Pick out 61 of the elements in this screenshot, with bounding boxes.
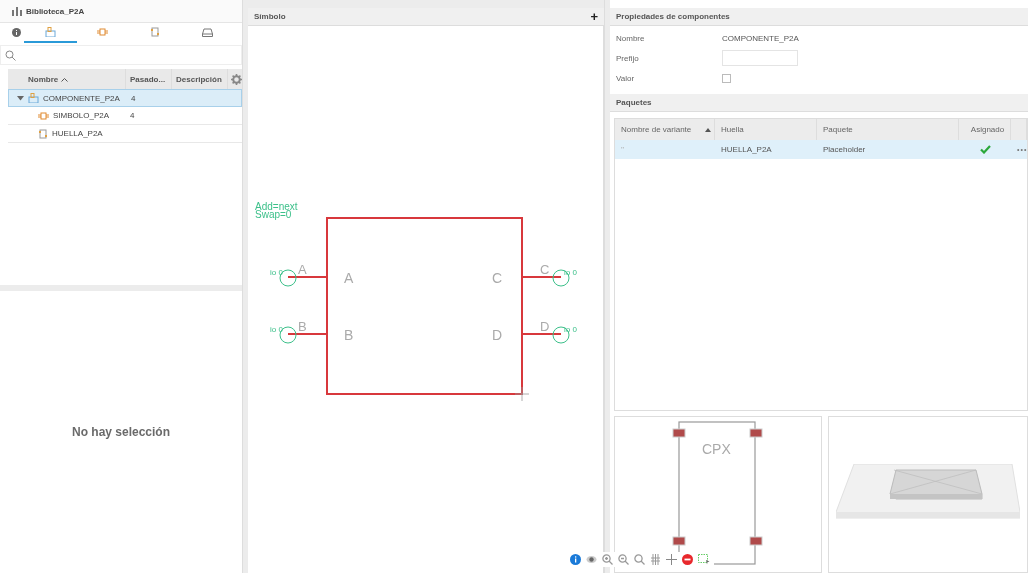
pin-name: A	[298, 262, 307, 277]
pin-direction: io 0	[270, 268, 283, 277]
eye-icon[interactable]	[586, 554, 597, 565]
tree-label: HUELLA_P2A	[52, 129, 103, 138]
library-icon	[12, 6, 22, 16]
field-value: COMPONENTE_P2A	[722, 33, 799, 43]
tree-row[interactable]: HUELLA_P2A	[8, 125, 242, 143]
table-cell: HUELLA_P2A	[721, 145, 772, 154]
field-label: Prefijo	[616, 53, 640, 63]
count-text: 4	[130, 111, 135, 120]
component-icon	[28, 93, 39, 103]
zoom-fit-icon[interactable]	[634, 554, 645, 565]
origin-mark	[514, 386, 530, 402]
prefix-field[interactable]	[722, 50, 798, 66]
checkbox[interactable]	[722, 73, 731, 83]
search-icon	[5, 49, 16, 61]
pin-label: D	[492, 327, 503, 343]
pin-direction: io 0	[270, 325, 283, 334]
crosshair-icon[interactable]	[666, 554, 677, 565]
tree-row[interactable]: SIMBOLO_P2A 4	[8, 107, 242, 125]
pin-label: B	[344, 327, 354, 343]
sort-up-icon	[705, 127, 711, 132]
zoom-in-icon[interactable]	[602, 554, 613, 565]
empty-message: No hay selección	[71, 425, 170, 439]
tree-row[interactable]: COMPONENTE_P2A 4	[8, 89, 242, 107]
zoom-out-icon[interactable]	[618, 554, 629, 565]
package-icon	[202, 27, 214, 37]
panel-title: Propiedades de componentes	[616, 12, 730, 21]
stop-icon[interactable]	[682, 554, 693, 565]
select-area-icon[interactable]	[698, 554, 710, 565]
tree-label: COMPONENTE_P2A	[43, 93, 120, 103]
panel-title: Biblioteca_P2A	[26, 6, 85, 16]
add-button[interactable]: +	[590, 10, 598, 23]
attribute-text: Add=next	[255, 201, 298, 212]
symbol-icon	[38, 110, 49, 121]
footprint-icon	[150, 27, 161, 37]
pin-name: C	[540, 262, 550, 277]
attribute-text: Swap=0	[255, 209, 292, 220]
info-icon[interactable]	[570, 554, 581, 565]
pin-label: C	[492, 270, 503, 286]
field-label: Valor	[616, 73, 636, 83]
info-icon	[11, 27, 21, 37]
panel-title: Paquetes	[616, 98, 652, 107]
field-label: Nombre	[616, 33, 646, 43]
pin-name: D	[540, 319, 550, 334]
symbol-icon	[97, 27, 109, 37]
panel-title: Símbolo	[254, 12, 286, 21]
expand-icon[interactable]	[17, 95, 24, 101]
table-cell: Placeholder	[823, 145, 866, 154]
pin-label: A	[344, 270, 354, 286]
table-cell: ''	[621, 145, 625, 154]
footprint-name: CPX	[702, 441, 731, 457]
pin-name: B	[298, 319, 307, 334]
component-icon	[44, 27, 56, 37]
search-field[interactable]	[0, 45, 242, 65]
count-text: 4	[131, 93, 136, 103]
grid-icon[interactable]	[650, 554, 661, 565]
footprint-icon	[38, 128, 48, 139]
symbol-body[interactable]	[326, 217, 523, 395]
settings-icon[interactable]	[231, 73, 242, 85]
tree-label: SIMBOLO_P2A	[53, 111, 110, 120]
